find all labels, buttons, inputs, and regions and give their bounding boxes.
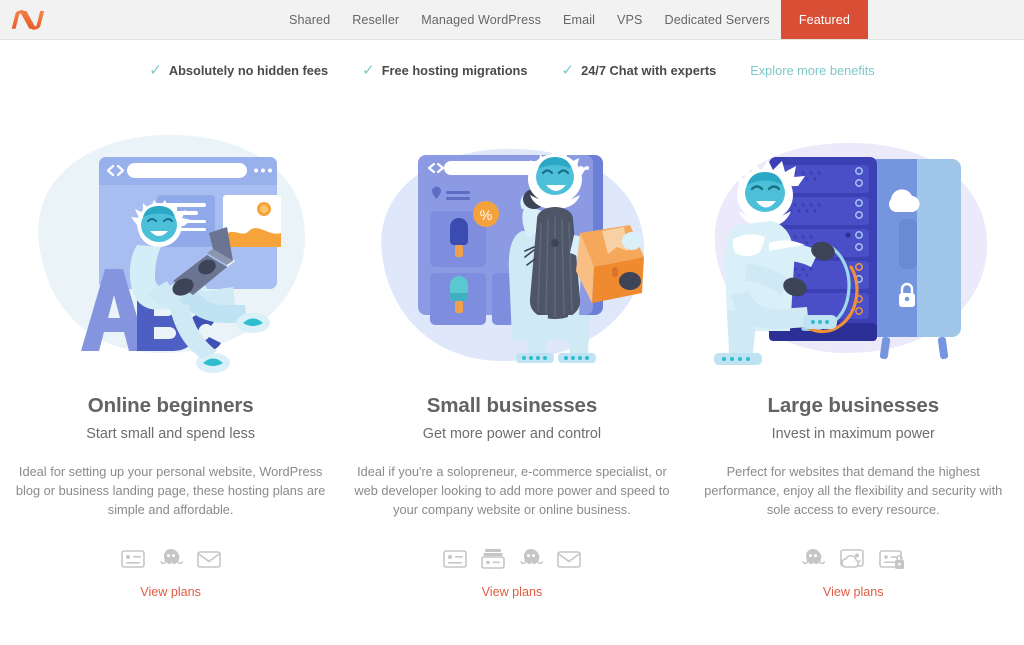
email-envelope-icon	[557, 551, 581, 568]
plan-category-cards: Online beginners Start small and spend l…	[0, 100, 1024, 599]
card-description: Ideal if you're a solopreneur, e-commerc…	[354, 464, 670, 517]
cpanel-octopus-icon	[802, 549, 826, 565]
benefits-bar: ✓ Absolutely no hidden fees ✓ Free hosti…	[0, 40, 1024, 100]
benefit-free-migrations: ✓ Free hosting migrations	[362, 63, 527, 78]
website-card-icon	[120, 550, 145, 568]
card-subtitle: Start small and spend less	[86, 426, 256, 442]
illustration-yeti-shopkeeper-with-box: %	[341, 100, 682, 400]
card-title: Small businesses	[426, 394, 598, 417]
multiple-websites-icon	[481, 549, 505, 569]
email-envelope-icon	[196, 551, 221, 568]
nav-item-email[interactable]: Email	[552, 0, 606, 39]
nav-item-managed-wordpress[interactable]: Managed WordPress	[410, 0, 552, 39]
site-header: Shared Reseller Managed WordPress Email …	[0, 0, 1024, 40]
illustration-yeti-with-server-rack	[683, 100, 1024, 400]
illustration-yeti-with-laptop-abc	[0, 100, 341, 400]
nav-item-dedicated-servers[interactable]: Dedicated Servers	[654, 0, 781, 39]
explore-more-benefits-link[interactable]: Explore more benefits	[750, 63, 874, 78]
card-subtitle: Invest in maximum power	[771, 426, 935, 442]
cpanel-octopus-icon	[520, 549, 543, 565]
main-navigation: Shared Reseller Managed WordPress Email …	[56, 0, 1024, 39]
secure-server-icon	[879, 550, 905, 569]
view-plans-link-online-beginners[interactable]: View plans	[140, 585, 201, 599]
cloud-storage-icon	[840, 549, 865, 568]
svg-text:%: %	[480, 207, 492, 223]
card-small-businesses: % Small businesses Get more power and co…	[341, 100, 682, 599]
benefit-no-hidden-fees: ✓ Absolutely no hidden fees	[149, 63, 328, 78]
cpanel-octopus-icon	[160, 549, 183, 565]
card-title: Online beginners	[87, 394, 254, 417]
card-subtitle: Get more power and control	[422, 426, 602, 442]
card-online-beginners: Online beginners Start small and spend l…	[0, 100, 341, 599]
benefit-label: 24/7 Chat with experts	[581, 62, 717, 78]
check-icon: ✓	[362, 61, 375, 79]
nav-item-featured[interactable]: Featured	[780, 0, 869, 39]
nav-item-vps[interactable]: VPS	[606, 0, 654, 39]
namecheap-logo[interactable]	[11, 8, 45, 32]
card-feature-icons	[801, 545, 905, 573]
website-card-icon	[443, 550, 467, 568]
card-feature-icons	[120, 545, 221, 573]
card-title: Large businesses	[767, 394, 940, 417]
benefit-24-7-chat: ✓ 24/7 Chat with experts	[562, 63, 717, 78]
card-large-businesses: Large businesses Invest in maximum power…	[683, 100, 1024, 599]
check-icon: ✓	[561, 61, 575, 79]
card-description: Ideal for setting up your personal websi…	[15, 464, 326, 517]
card-description: Perfect for websites that demand the hig…	[704, 464, 1003, 517]
check-icon: ✓	[149, 61, 162, 79]
view-plans-link-small-businesses[interactable]: View plans	[482, 585, 543, 599]
benefit-label: Free hosting migrations	[381, 62, 528, 78]
view-plans-link-large-businesses[interactable]: View plans	[823, 585, 884, 599]
nav-item-shared[interactable]: Shared	[278, 0, 341, 39]
nav-item-reseller[interactable]: Reseller	[341, 0, 410, 39]
benefit-label: Absolutely no hidden fees	[168, 62, 329, 78]
logo-wrap[interactable]	[0, 0, 56, 39]
card-feature-icons	[443, 545, 581, 573]
